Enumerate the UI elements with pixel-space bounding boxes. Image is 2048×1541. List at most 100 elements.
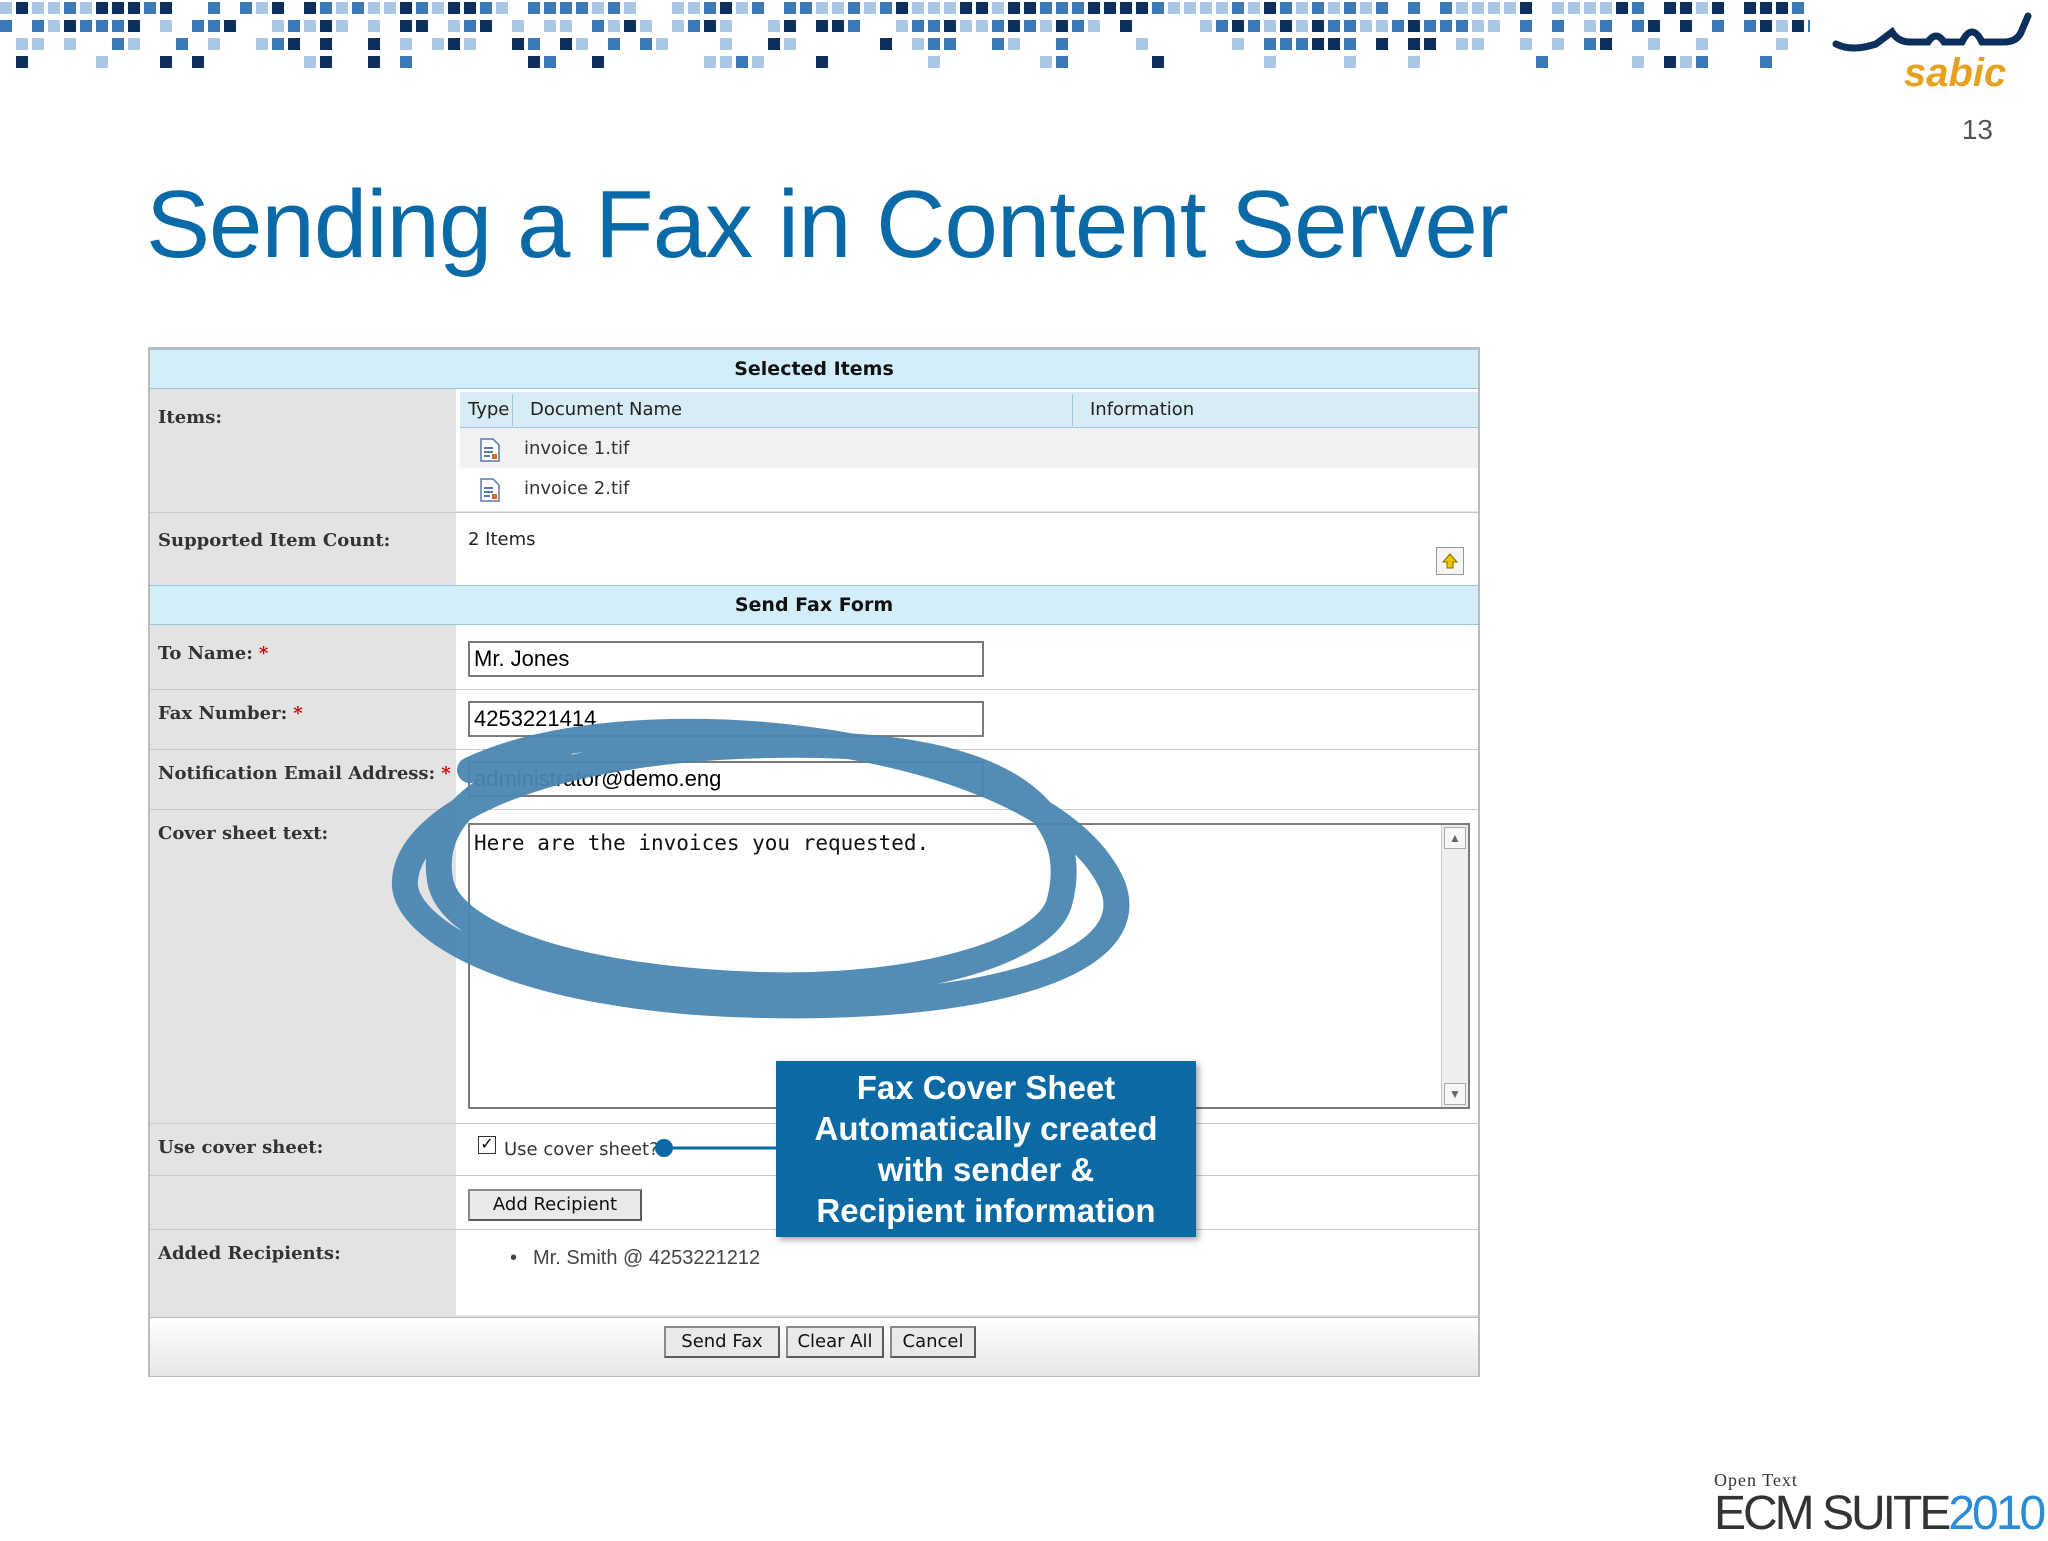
banner-square <box>48 2 60 14</box>
brand-product: ECM SUITE <box>1714 1487 1951 1540</box>
banner-square <box>1184 2 1196 14</box>
banner-square <box>1056 38 1068 50</box>
banner-square <box>720 56 732 68</box>
banner-square <box>1072 20 1084 32</box>
banner-square <box>288 20 300 32</box>
banner-square <box>64 20 76 32</box>
banner-square <box>1632 56 1644 68</box>
banner-square <box>944 38 956 50</box>
banner-square <box>304 20 316 32</box>
collapse-up-button[interactable] <box>1436 547 1464 575</box>
table-row[interactable]: invoice 1.tif <box>460 428 1478 468</box>
banner-square <box>128 20 140 32</box>
banner-square <box>1632 2 1644 14</box>
banner-square <box>880 38 892 50</box>
banner-square <box>640 38 652 50</box>
banner-square <box>416 20 428 32</box>
banner-square <box>816 2 828 14</box>
fax-number-input[interactable] <box>468 701 984 737</box>
column-type[interactable]: Type <box>468 399 509 420</box>
item-count-value: 2 Items <box>468 529 536 550</box>
scroll-up-icon[interactable]: ▲ <box>1444 827 1466 849</box>
banner-square <box>112 2 124 14</box>
banner-square <box>736 56 748 68</box>
banner-square <box>1136 38 1148 50</box>
banner-square <box>704 20 716 32</box>
add-recipient-button[interactable]: Add Recipient <box>468 1189 642 1221</box>
banner-square <box>1216 20 1228 32</box>
banner-square <box>1312 38 1324 50</box>
banner-square <box>688 2 700 14</box>
banner-square <box>1088 20 1100 32</box>
banner-square <box>1024 20 1036 32</box>
column-information[interactable]: Information <box>1090 399 1194 420</box>
document-name-link[interactable]: invoice 2.tif <box>524 478 629 499</box>
banner-square <box>320 20 332 32</box>
table-row[interactable]: invoice 2.tif <box>460 468 1478 508</box>
banner-square <box>1696 2 1708 14</box>
cancel-button[interactable]: Cancel <box>890 1326 976 1358</box>
banner-square <box>736 2 748 14</box>
banner-square <box>1312 20 1324 32</box>
banner-square <box>1232 38 1244 50</box>
to-name-label: To Name: * <box>158 643 268 664</box>
banner-square <box>560 38 572 50</box>
scroll-down-icon[interactable]: ▼ <box>1444 1083 1466 1105</box>
banner-square <box>160 2 172 14</box>
banner-square <box>1760 20 1772 32</box>
selected-items-header: Selected Items <box>150 349 1478 389</box>
banner-square <box>1712 2 1724 14</box>
notification-email-input[interactable] <box>468 761 984 797</box>
banner-square <box>1472 2 1484 14</box>
cover-sheet-text-label: Cover sheet text: <box>158 823 329 844</box>
clear-all-button[interactable]: Clear All <box>786 1326 884 1358</box>
use-cover-sheet-checkbox[interactable]: ✓ <box>478 1136 496 1154</box>
banner-square <box>1328 2 1340 14</box>
banner-square <box>320 56 332 68</box>
send-fax-button[interactable]: Send Fax <box>664 1326 780 1358</box>
banner-square <box>912 20 924 32</box>
banner-square <box>1776 38 1788 50</box>
banner-square <box>944 20 956 32</box>
banner-square <box>512 38 524 50</box>
banner-square <box>192 20 204 32</box>
banner-square <box>720 2 732 14</box>
to-name-input[interactable] <box>468 641 984 677</box>
banner-square <box>48 20 60 32</box>
banner-square <box>112 38 124 50</box>
banner-square <box>1360 2 1372 14</box>
divider <box>150 809 1478 810</box>
banner-square <box>1312 2 1324 14</box>
to-name-label-text: To Name: <box>158 643 253 664</box>
banner-square <box>928 38 940 50</box>
banner-square <box>1632 20 1644 32</box>
banner-square <box>592 2 604 14</box>
banner-square <box>272 2 284 14</box>
column-document-name[interactable]: Document Name <box>530 399 682 420</box>
banner-square <box>368 56 380 68</box>
banner-square <box>1680 56 1692 68</box>
banner-square <box>1472 38 1484 50</box>
banner-square <box>1600 38 1612 50</box>
banner-square <box>1344 38 1356 50</box>
banner-square <box>864 2 876 14</box>
banner-square <box>96 20 108 32</box>
banner-square <box>1456 2 1468 14</box>
banner-square <box>272 38 284 50</box>
banner-square <box>464 38 476 50</box>
banner-square <box>976 20 988 32</box>
banner-square <box>1072 2 1084 14</box>
banner-square <box>1408 20 1420 32</box>
callout-line: Recipient information <box>816 1192 1156 1229</box>
textarea-scrollbar[interactable]: ▲ ▼ <box>1441 825 1468 1107</box>
svg-text:sabic: sabic <box>1904 51 2006 95</box>
banner-square <box>352 2 364 14</box>
banner-square <box>448 38 460 50</box>
banner-square <box>208 20 220 32</box>
banner-square <box>1408 56 1420 68</box>
banner-square <box>528 56 540 68</box>
banner-square <box>576 2 588 14</box>
bullet-icon: • <box>510 1247 518 1269</box>
document-name-link[interactable]: invoice 1.tif <box>524 438 629 459</box>
callout-line: Automatically created <box>814 1110 1158 1147</box>
